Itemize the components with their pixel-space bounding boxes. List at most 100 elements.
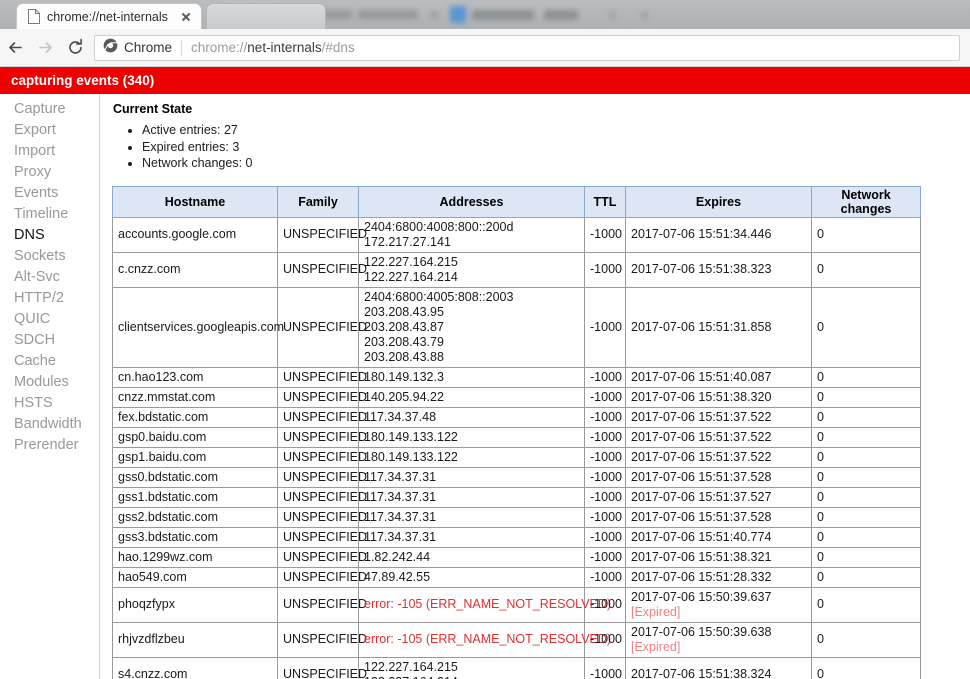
address-line: 1.82.242.44 [364,549,431,564]
cell-hostname: clientservices.googleapis.com [112,286,284,368]
address-line: 2404:6800:4008:800::200d [364,219,514,234]
browser-window: chrome://net-internals Chrome chrome://n… [0,0,970,679]
expires-timestamp: 2017-07-06 15:51:37.528 [631,469,772,484]
cell-ttl: -1000 [584,656,626,679]
tab-active[interactable]: chrome://net-internals [16,3,202,29]
tab-title: chrome://net-internals [47,9,168,24]
address-bar[interactable]: Chrome chrome://net-internals/#dns [94,34,960,61]
address-line: 122.227.164.214 [364,675,579,679]
capturing-events-banner: capturing events (340) [0,67,970,94]
column-header-addresses[interactable]: Addresses [358,185,585,218]
sidebar-item-cache[interactable]: Cache [0,350,99,371]
sidebar-item-proxy[interactable]: Proxy [0,161,99,182]
cell-ttl: -1000 [584,546,626,568]
column-header-expires[interactable]: Expires [625,185,812,218]
expires-timestamp: 2017-07-06 15:51:37.522 [631,429,772,444]
sidebar-item-label: Proxy [14,163,52,180]
sidebar-item-label: Events [14,184,59,201]
expires-timestamp: 2017-07-06 15:51:40.774 [631,529,772,544]
cell-expires: 2017-07-06 15:51:37.528 [625,506,812,528]
sidebar-item-export[interactable]: Export [0,119,99,140]
sidebar-item-http-2[interactable]: HTTP/2 [0,287,99,308]
cell-ttl: -1000 [584,216,626,253]
address-line: 203.208.43.87 [364,319,444,334]
cell-expires: 2017-07-06 15:51:37.522 [625,406,812,428]
forward-arrow-icon [30,33,60,63]
cell-expires: 2017-07-06 15:51:37.527 [625,486,812,508]
cell-hostname: gss2.bdstatic.com [112,506,278,528]
cell-addresses: 122.227.164.215122.227.164.214 [358,656,585,679]
column-header-family[interactable]: Family [277,185,359,218]
table-row: gss1.bdstatic.com UNSPECIFIED 117.34.37.31… [112,486,921,508]
sidebar-item-import[interactable]: Import [0,140,99,161]
cell-expires: 2017-07-06 15:51:37.522 [625,426,812,448]
sidebar-item-capture[interactable]: Capture [0,98,99,119]
sidebar-item-hsts[interactable]: HSTS [0,392,99,413]
cell-family: UNSPECIFIED [277,216,367,253]
tab-inactive[interactable] [206,3,326,29]
column-header-hostname[interactable]: Hostname [112,185,278,218]
cell-family: UNSPECIFIED [277,546,367,568]
column-header-network-changes[interactable]: Network changes [811,185,921,218]
sidebar-item-bandwidth[interactable]: Bandwidth [0,413,99,434]
cell-expires: 2017-07-06 15:51:40.774 [625,526,812,548]
table-row: phoqzfypx UNSPECIFIED error: -105 (ERR_NAM… [112,586,921,623]
cell-family: UNSPECIFIED [277,621,367,658]
sidebar-item-dns[interactable]: DNS [0,224,99,245]
capturing-events-label: capturing events (340) [11,73,155,88]
reload-icon[interactable] [60,33,90,63]
cell-network-changes: 0 [811,446,921,468]
cell-expires: 2017-07-06 15:51:40.087 [625,366,812,388]
cell-hostname: hao.1299wz.com [112,546,278,568]
sidebar-item-timeline[interactable]: Timeline [0,203,99,224]
cell-expires: 2017-07-06 15:51:38.324 [625,656,812,679]
table-row: hao.1299wz.com UNSPECIFIED 1.82.242.44 -100… [112,546,921,568]
expires-timestamp: 2017-07-06 15:51:40.087 [631,369,772,384]
cell-family: UNSPECIFIED [277,251,367,288]
cell-ttl: -1000 [584,406,626,428]
sidebar-item-prerender[interactable]: Prerender [0,434,99,455]
cell-network-changes: 0 [811,286,921,368]
cell-network-changes: 0 [811,586,921,623]
column-header-ttl[interactable]: TTL [584,185,626,218]
cell-network-changes: 0 [811,566,921,588]
sidebar-item-events[interactable]: Events [0,182,99,203]
close-icon[interactable] [177,8,195,26]
cell-addresses: 180.149.133.122 [358,426,585,448]
cell-family: UNSPECIFIED [277,406,367,428]
expires-timestamp: 2017-07-06 15:50:39.637 [631,589,772,604]
cell-addresses: error: -105 (ERR_NAME_NOT_RESOLVED) [358,621,611,658]
cell-addresses: 122.227.164.215122.227.164.214 [358,251,585,288]
sidebar-item-alt-svc[interactable]: Alt-Svc [0,266,99,287]
sidebar-item-sdch[interactable]: SDCH [0,329,99,350]
omnibox-scheme-chip[interactable]: Chrome [95,38,181,58]
cell-expires: 2017-07-06 15:50:39.638 [Expired] [625,621,812,658]
sidebar-item-modules[interactable]: Modules [0,371,99,392]
net-internals-page: Capture Export Import Proxy Events Timeline DN… [0,94,970,679]
cell-expires: 2017-07-06 15:51:31.858 [625,286,812,368]
browser-toolbar: Chrome chrome://net-internals/#dns [0,29,970,67]
cell-hostname: phoqzfypx [112,586,278,623]
omnibox-url[interactable]: chrome://net-internals/#dns [191,40,355,55]
dns-cache-table: Hostname Family Addresses TTL Expires Ne… [112,185,921,679]
cell-addresses: 117.34.37.31 [358,486,585,508]
back-arrow-icon[interactable] [0,33,30,63]
table-row: clientservices.googleapis.com UNSPECIFIED… [112,286,921,368]
sidebar-item-label: Import [14,142,56,159]
address-line: 117.34.37.48 [364,409,437,424]
table-row: gss3.bdstatic.com UNSPECIFIED 117.34.37.31… [112,526,921,548]
table-row: cn.hao123.com UNSPECIFIED 180.149.132.3 -10… [112,366,921,388]
cell-network-changes: 0 [811,426,921,448]
sidebar-item-label: HSTS [14,394,53,411]
cell-expires: 2017-07-06 15:50:39.637 [Expired] [625,586,812,623]
cell-network-changes: 0 [811,621,921,658]
cell-addresses: 2404:6800:4008:800::200d 172.217.27.141 [358,216,585,253]
cell-hostname: cnzz.mmstat.com [112,386,278,408]
cell-ttl: -1000 [584,286,626,368]
cell-network-changes: 0 [811,466,921,488]
omnibox-divider [181,39,183,56]
expires-timestamp: 2017-07-06 15:51:37.522 [631,409,772,424]
table-row: gss0.bdstatic.com UNSPECIFIED 117.34.37.31… [112,466,921,488]
sidebar-item-sockets[interactable]: Sockets [0,245,99,266]
sidebar-item-quic[interactable]: QUIC [0,308,99,329]
